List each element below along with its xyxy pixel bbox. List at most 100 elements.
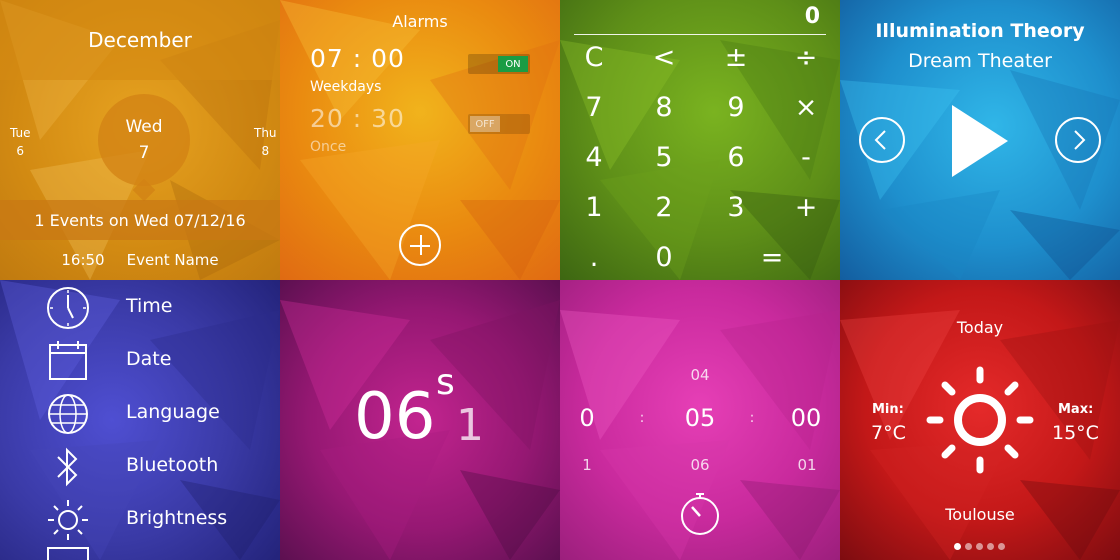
weather-max-label: Max:: [1058, 402, 1094, 417]
calc-key-3-3[interactable]: +: [776, 188, 836, 228]
event-name: Event Name: [126, 251, 219, 269]
alarm-1-toggle[interactable]: ON: [468, 54, 530, 74]
weather-tile[interactable]: Today Min: 7°C Max: 15°C Toulouse: [840, 280, 1120, 560]
page-dot-1[interactable]: [954, 543, 961, 550]
alarm-2-repeat: Once: [310, 139, 347, 155]
calc-key-4-2[interactable]: =: [742, 238, 802, 278]
settings-item-time[interactable]: Time: [0, 280, 280, 333]
alarm-2-toggle-label: OFF: [470, 116, 500, 132]
settings-item-language[interactable]: Language: [0, 386, 280, 439]
weather-min-label: Min:: [872, 402, 904, 417]
calendar-month: December: [0, 0, 280, 80]
music-player-tile[interactable]: Illumination Theory Dream Theater: [840, 0, 1120, 280]
plus-circle-icon[interactable]: [399, 224, 441, 266]
timer-minutes[interactable]: 05: [672, 404, 728, 432]
timer-seconds-below: 01: [797, 456, 817, 474]
chevron-left-glyph: [874, 130, 886, 150]
calc-key-4-1[interactable]: 0: [634, 238, 694, 278]
settings-label-brightness: Brightness: [126, 507, 228, 529]
calc-key-3-0[interactable]: 1: [564, 188, 624, 228]
track-artist: Dream Theater: [908, 50, 1052, 72]
selected-day-number: 7: [138, 143, 150, 163]
timer-icon[interactable]: [678, 492, 722, 536]
page-dot-5[interactable]: [998, 543, 1005, 550]
selected-day-name: Wed: [125, 117, 163, 137]
page-dot-3[interactable]: [976, 543, 983, 550]
calc-key-2-0[interactable]: 4: [564, 138, 624, 178]
weather-city: Toulouse: [945, 505, 1015, 524]
calc-key-3-1[interactable]: 2: [634, 188, 694, 228]
weather-day: Today: [956, 318, 1004, 337]
weather-max-value: 15°C: [1052, 422, 1099, 444]
calendar-prev-day[interactable]: Tue 6: [10, 124, 31, 160]
timer-separator-1: :: [639, 410, 645, 426]
timer-minutes-below: 06: [690, 456, 710, 474]
chevron-left-icon[interactable]: [859, 117, 905, 163]
calc-key-2-2[interactable]: 6: [706, 138, 766, 178]
calendar-icon: [49, 341, 87, 380]
alarm-2-toggle[interactable]: OFF: [468, 114, 530, 134]
stopwatch-tile[interactable]: 06 s 1: [280, 280, 560, 560]
weather-min-value: 7°C: [871, 422, 906, 444]
stopwatch-seconds: 06: [354, 380, 436, 454]
calc-key-1-1[interactable]: 8: [634, 88, 694, 128]
events-summary: 1 Events on Wed 07/12/16: [0, 200, 280, 240]
calc-key-0-0[interactable]: C: [564, 38, 624, 78]
calc-key-1-3[interactable]: ×: [776, 88, 836, 128]
chevron-right-icon[interactable]: [1055, 117, 1101, 163]
alarm-1-toggle-label: ON: [498, 56, 528, 72]
timer-seconds[interactable]: 00: [778, 404, 834, 432]
timer-tile[interactable]: 04 0 : 05 : 00 1 06 01: [560, 280, 840, 560]
settings-item-date[interactable]: Date: [0, 333, 280, 386]
calc-key-0-2[interactable]: ±: [706, 38, 766, 78]
sun-icon: [48, 500, 88, 540]
calendar-tile[interactable]: December Tue 6 Wed 7 Thu 8 1 Events on W…: [0, 0, 280, 280]
page-dot-4[interactable]: [987, 543, 994, 550]
settings-tile[interactable]: Time Date Language Bluetooth Brightness: [0, 280, 280, 560]
calculator-display: 0: [804, 4, 820, 29]
calc-key-3-2[interactable]: 3: [706, 188, 766, 228]
event-time: 16:50: [61, 251, 105, 269]
chevron-right-glyph: [1074, 130, 1086, 150]
settings-label-time: Time: [126, 295, 173, 317]
timer-hours-below: 1: [582, 456, 592, 474]
calc-key-4-0[interactable]: .: [564, 238, 624, 278]
alarms-title: Alarms: [392, 12, 448, 31]
settings-item-brightness[interactable]: Brightness: [0, 492, 280, 545]
settings-label-language: Language: [126, 401, 220, 423]
page-dot-2[interactable]: [965, 543, 972, 550]
alarm-2-time[interactable]: 20 : 30: [310, 104, 405, 133]
calendar-day-strip: Tue 6 Wed 7 Thu 8: [0, 80, 280, 202]
track-title: Illumination Theory: [875, 20, 1085, 42]
calc-key-1-2[interactable]: 9: [706, 88, 766, 128]
clock-icon: [47, 287, 89, 329]
page-indicator[interactable]: [954, 543, 1005, 550]
prev-day-number: 6: [16, 144, 25, 158]
timer-minutes-above: 04: [690, 366, 710, 384]
settings-label-bluetooth: Bluetooth: [126, 454, 219, 476]
timer-hours[interactable]: 0: [572, 404, 602, 432]
calculator-tile[interactable]: 0 C < ± ÷ 7 8 9 × 4 5 6-1 2 3 +. 0 =: [560, 0, 840, 280]
next-day-name: Thu: [254, 126, 277, 140]
globe-icon: [48, 394, 88, 434]
calc-key-1-0[interactable]: 7: [564, 88, 624, 128]
play-icon[interactable]: [950, 103, 1010, 179]
stopwatch-tenths: 1: [456, 400, 484, 451]
event-list-item[interactable]: 16:50 Event Name: [0, 240, 280, 280]
calc-key-0-1[interactable]: <: [634, 38, 694, 78]
settings-item-bluetooth[interactable]: Bluetooth: [0, 439, 280, 492]
stopwatch-unit: s: [436, 362, 455, 403]
alarm-1-time[interactable]: 07 : 00: [310, 44, 405, 73]
calculator-divider: [574, 34, 826, 35]
gallery-icon[interactable]: [46, 546, 90, 560]
calc-key-2-3[interactable]: -: [776, 138, 836, 178]
app-grid: December Tue 6 Wed 7 Thu 8 1 Events on W…: [0, 0, 1120, 560]
calendar-next-day[interactable]: Thu 8: [254, 124, 277, 160]
settings-label-date: Date: [126, 348, 172, 370]
bluetooth-icon: [57, 447, 78, 487]
calc-key-2-1[interactable]: 5: [634, 138, 694, 178]
calendar-selected-day[interactable]: Wed 7: [98, 94, 190, 186]
alarms-tile[interactable]: Alarms 07 : 00 ON Weekdays 20 : 30 OFF O…: [280, 0, 560, 280]
calc-key-0-3[interactable]: ÷: [776, 38, 836, 78]
next-day-number: 8: [261, 144, 270, 158]
